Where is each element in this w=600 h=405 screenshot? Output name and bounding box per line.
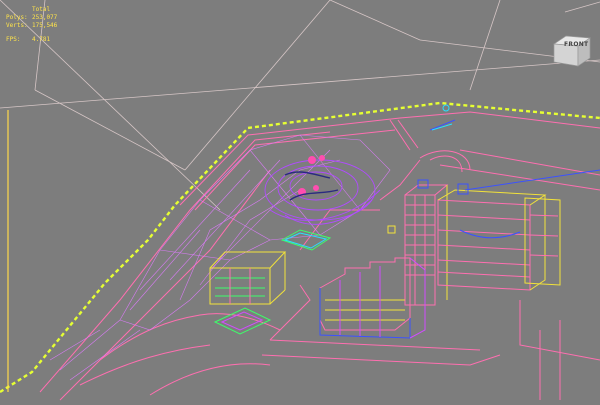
light-helper[interactable] [431, 104, 453, 131]
camera-guide-lines [0, 0, 600, 211]
road-network[interactable] [39, 111, 600, 401]
building-small-left[interactable] [209, 251, 287, 305]
plaza-pads[interactable] [213, 229, 332, 335]
fps-label: FPS: [6, 36, 21, 43]
wireframe-scene[interactable] [0, 0, 600, 405]
polys-value: 253,077 [32, 14, 58, 21]
site-boundary[interactable] [0, 101, 600, 394]
viewport-statistics: Total Polys: 253,077 Verts: 175,546 FPS: 4.… [6, 6, 57, 44]
hill-path [284, 171, 339, 201]
verts-label: Verts: [6, 22, 28, 29]
viewport-perspective[interactable]: Total Polys: 253,077 Verts: 175,546 FPS: 4.… [0, 0, 600, 405]
building-slab-right[interactable] [437, 189, 561, 291]
stats-header: Total [32, 6, 51, 13]
viewcube-icon[interactable] [550, 28, 594, 72]
viewcube[interactable]: FRONT [550, 28, 594, 72]
small-marker [387, 225, 396, 234]
fps-value: 4.781 [32, 36, 51, 43]
selected-helper[interactable] [429, 119, 600, 195]
viewcube-face-label: FRONT [564, 41, 589, 48]
verts-value: 175,546 [32, 22, 58, 29]
polys-label: Polys: [6, 14, 28, 21]
building-stepped-mid[interactable] [319, 257, 426, 339]
